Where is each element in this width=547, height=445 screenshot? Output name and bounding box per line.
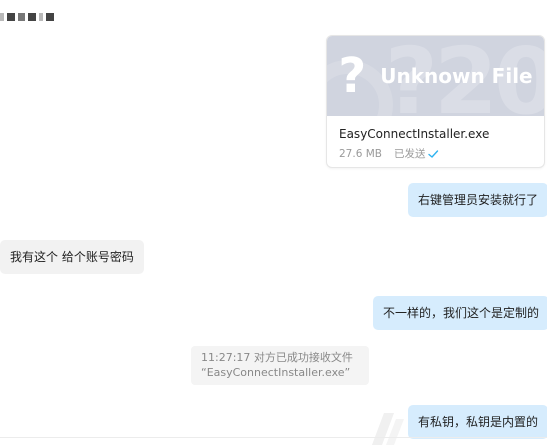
sent-status-label: 已发送 — [393, 148, 426, 160]
sender-name-redacted — [0, 12, 54, 22]
file-name: EasyConnectInstaller.exe — [339, 127, 490, 141]
question-mark-icon: ? — [338, 48, 367, 104]
system-note-time: 11:27:17 对方已成功接收文件 — [201, 351, 353, 364]
sent-status: 已发送 — [394, 146, 440, 161]
message-bubble-outgoing[interactable]: 有私钥，私钥是内置的 — [408, 405, 547, 439]
message-bubble-incoming[interactable]: 我有这个 给个账号密码 — [0, 240, 144, 274]
check-icon — [428, 149, 439, 158]
message-bubble-outgoing[interactable]: 不一样的，我们这个是定制的 — [373, 296, 547, 330]
system-notification: 11:27:17 对方已成功接收文件 “EasyConnectInstaller… — [191, 346, 369, 385]
system-note-file: “EasyConnectInstaller.exe” — [201, 366, 351, 379]
file-banner: ?20 ? Unknown File — [327, 36, 544, 116]
chat-window: ?20 ? Unknown File EasyConnectInstaller.… — [0, 0, 547, 445]
message-bubble-outgoing[interactable]: 右键管理员安装就行了 — [408, 183, 547, 217]
file-size: 27.6 MB — [339, 147, 382, 160]
unknown-file-label: Unknown File — [380, 64, 533, 88]
file-message-card[interactable]: ?20 ? Unknown File EasyConnectInstaller.… — [326, 35, 545, 168]
watermark-logo — [372, 413, 404, 445]
input-divider — [0, 437, 547, 438]
